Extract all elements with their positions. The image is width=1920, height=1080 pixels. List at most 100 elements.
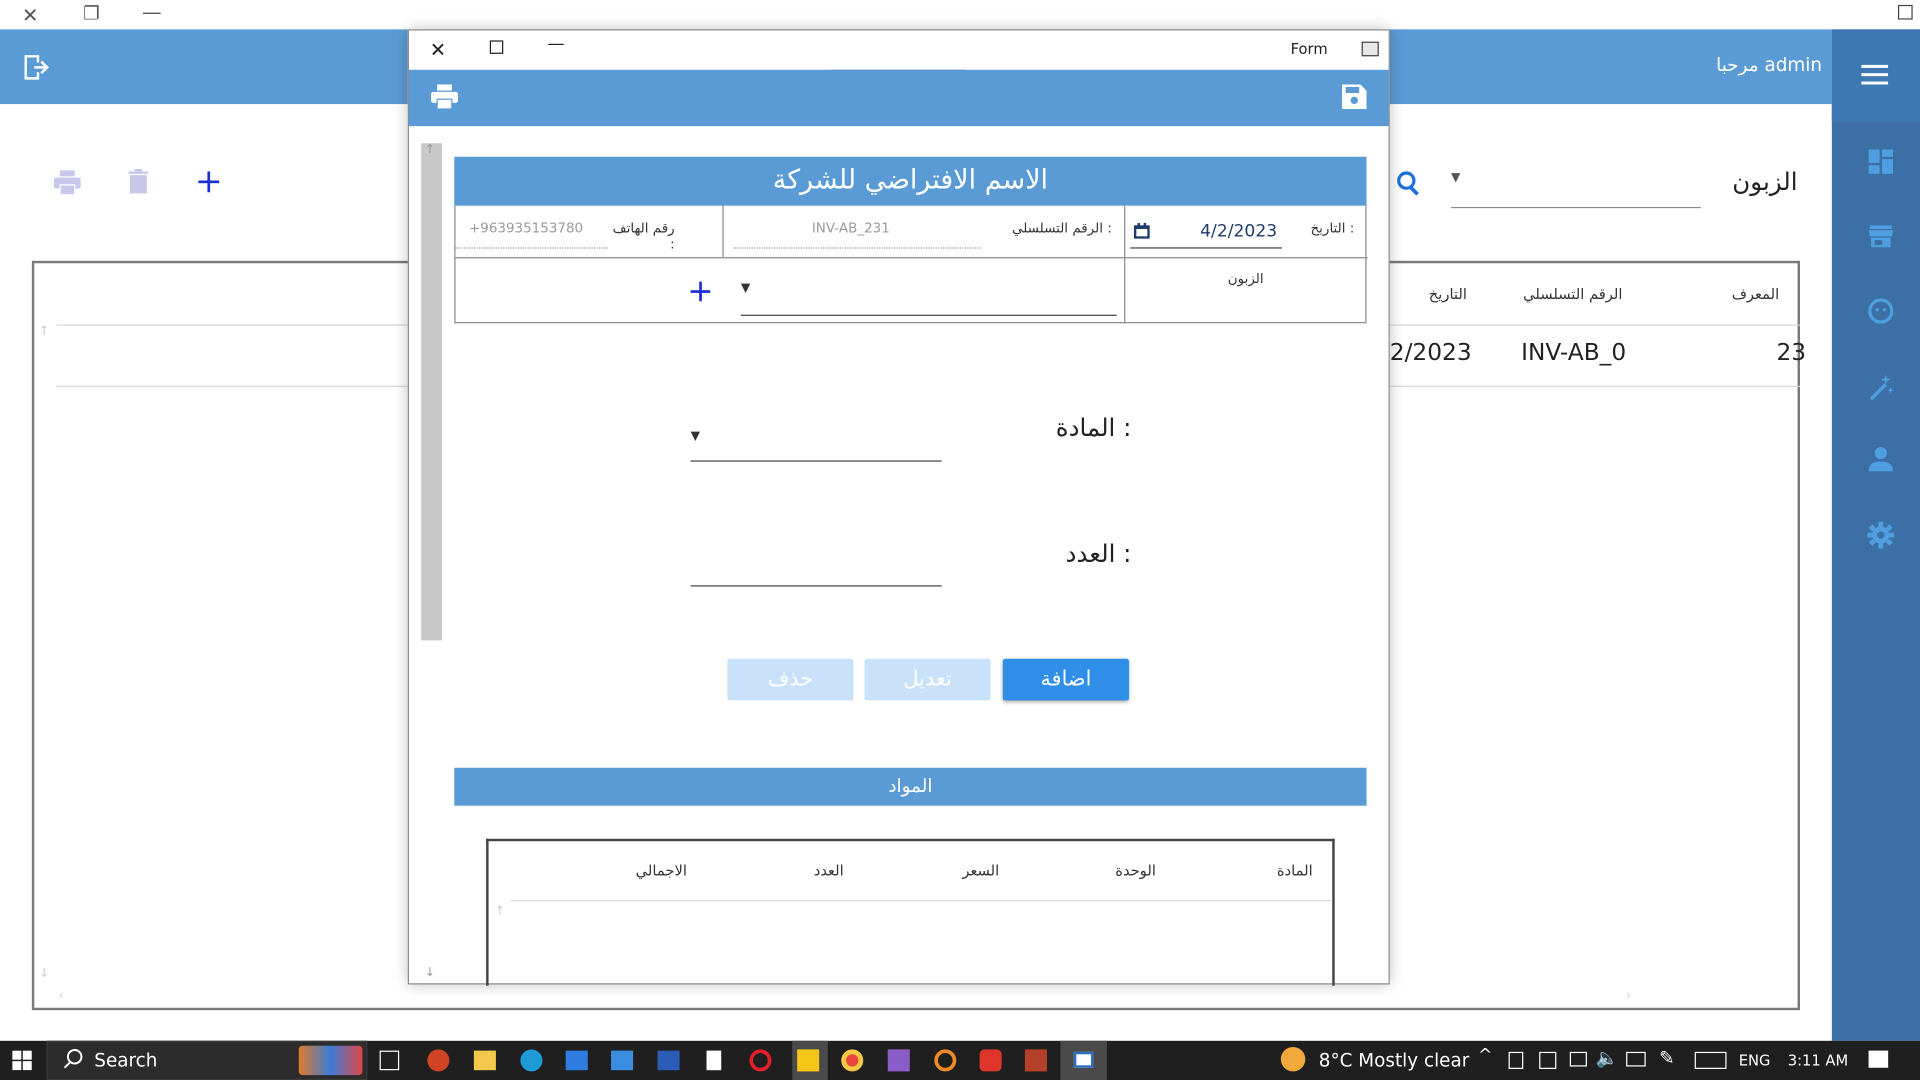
app-icon [1897,4,1913,20]
hamburger-menu-icon[interactable] [1861,64,1889,86]
logout-icon[interactable] [22,53,49,82]
clock[interactable]: 3:11 AM [1788,1052,1848,1069]
side-navigation [1831,29,1920,1041]
tray-icon[interactable] [1508,1051,1524,1069]
main-window-titlebar: ✕ ❐ — [0,0,1920,30]
chevron-down-icon: ▼ [740,281,751,296]
notifications-icon[interactable] [1868,1050,1889,1068]
serial-field[interactable]: INV-AB_231 [733,214,981,249]
scroll-up-icon[interactable]: ↑ [495,905,505,918]
battery-icon[interactable] [1569,1051,1587,1067]
print-icon[interactable] [53,170,81,195]
file-explorer-icon[interactable] [473,1050,496,1071]
visual-studio-icon[interactable] [887,1049,910,1072]
weather-text[interactable]: 8°C Mostly clear [1319,1049,1470,1071]
chevron-down-icon: ▼ [1451,171,1461,185]
scroll-right-icon[interactable]: › [1626,989,1631,1002]
save-icon[interactable] [1342,84,1367,109]
notepad-icon[interactable] [706,1050,722,1071]
close-icon[interactable]: ✕ [430,38,446,61]
customer-combo[interactable]: ▼ [740,269,1117,316]
column-header[interactable]: المعرف [1708,285,1779,302]
language-indicator[interactable]: ENG [1739,1052,1771,1069]
store-icon[interactable] [1868,225,1894,248]
customer-label: الزبون [1227,270,1264,287]
serial-value: INV-AB_231 [811,220,890,237]
material-label: المادة : [1055,412,1132,443]
phone-field[interactable]: +963935153780 [455,214,608,249]
taskbar-search-box[interactable]: Search [46,1040,368,1080]
material-combo[interactable]: ▼ [690,418,942,462]
windows-start-icon[interactable] [12,1050,32,1071]
customer-search-combo[interactable]: ▼ [1451,159,1701,209]
chevron-up-icon[interactable]: ^ [1478,1046,1492,1066]
delete-item-button[interactable]: حذف [727,658,854,701]
column-header[interactable]: الاجمالي [605,862,687,879]
taskbar-search-label: Search [94,1049,158,1072]
network-icon[interactable] [1626,1051,1646,1067]
column-header[interactable]: السعر [923,862,999,879]
vertical-scrollbar[interactable] [421,143,443,641]
date-picker[interactable]: 4/2/2023 [1130,216,1283,249]
count-input[interactable] [690,542,942,587]
edit-item-button[interactable]: تعديل [864,658,991,701]
calendar-icon[interactable] [1133,222,1150,239]
table-row[interactable]: 23 INV-AB_0 2/2023 [1390,324,1806,383]
minimize-icon[interactable]: — [142,0,162,23]
keyboard-icon[interactable] [1694,1051,1727,1069]
close-icon[interactable]: ✕ [22,4,38,27]
face-icon[interactable] [1867,298,1894,325]
gear-icon[interactable] [1867,521,1895,549]
word-icon[interactable] [657,1050,680,1071]
person-icon[interactable] [1868,446,1894,472]
dialog-title: Form [1290,40,1328,58]
trash-icon[interactable] [128,168,149,194]
chrome-icon[interactable] [841,1049,864,1072]
store-icon[interactable] [565,1050,588,1071]
add-item-button[interactable]: اضافة [1002,658,1129,701]
sticky-notes-icon[interactable] [797,1049,820,1072]
add-customer-icon[interactable] [689,280,711,302]
scroll-up-icon[interactable]: ↑ [425,143,435,156]
restore-icon[interactable]: ❐ [83,2,99,24]
greeting-text: مرحبا admin [1716,53,1823,76]
pen-icon[interactable]: ✎ [1659,1047,1674,1069]
minimize-icon[interactable]: — [547,34,564,54]
edge-icon[interactable] [520,1049,543,1072]
column-header[interactable]: المادة [1242,862,1313,879]
app-icon[interactable] [979,1049,1002,1072]
scroll-up-icon[interactable]: ↑ [39,324,49,337]
invoice-form-dialog: ✕ — Form ↑ ↓ الاسم الافتراضي للشركة التا [407,29,1390,986]
maximize-icon[interactable] [489,40,504,54]
scroll-down-icon[interactable]: ↓ [425,966,435,979]
column-header[interactable]: الرقم التسلسلي [1494,285,1622,302]
row-id: 23 [1776,339,1807,367]
search-icon[interactable] [1396,170,1423,197]
column-header[interactable]: العدد [776,862,844,879]
mail-icon[interactable] [611,1050,634,1071]
plus-icon[interactable] [197,170,220,193]
print-icon[interactable] [431,84,458,109]
customer-label: الزبون [1732,166,1798,196]
powerpoint-icon[interactable] [427,1049,450,1072]
phone-value: +963935153780 [468,220,584,237]
search-app-icon[interactable] [934,1049,957,1072]
column-header[interactable]: التاريخ [1396,285,1467,302]
serial-label: الرقم التسلسلي : [1011,220,1112,237]
dashboard-icon[interactable] [1868,149,1894,174]
form-app-icon[interactable] [1073,1051,1094,1068]
scroll-down-icon[interactable]: ↓ [39,967,49,980]
tray-icon[interactable] [1539,1051,1557,1069]
search-highlight-icon [298,1045,363,1076]
task-view-icon[interactable] [379,1050,400,1071]
app-icon [1361,41,1379,57]
tools-icon[interactable] [1866,372,1895,401]
weather-icon [1280,1046,1306,1072]
volume-icon[interactable]: 🔈 [1596,1047,1619,1069]
taskbar: Search 8°C Mostly clear ^ 🔈 ✎ ENG 3:11 A… [0,1040,1920,1080]
column-header[interactable]: الوحدة [1082,862,1156,879]
opera-icon[interactable] [749,1049,772,1072]
scroll-left-icon[interactable]: ‹ [59,989,64,1002]
app-icon[interactable] [1024,1049,1047,1072]
materials-table[interactable]: ↑ [486,838,1335,986]
